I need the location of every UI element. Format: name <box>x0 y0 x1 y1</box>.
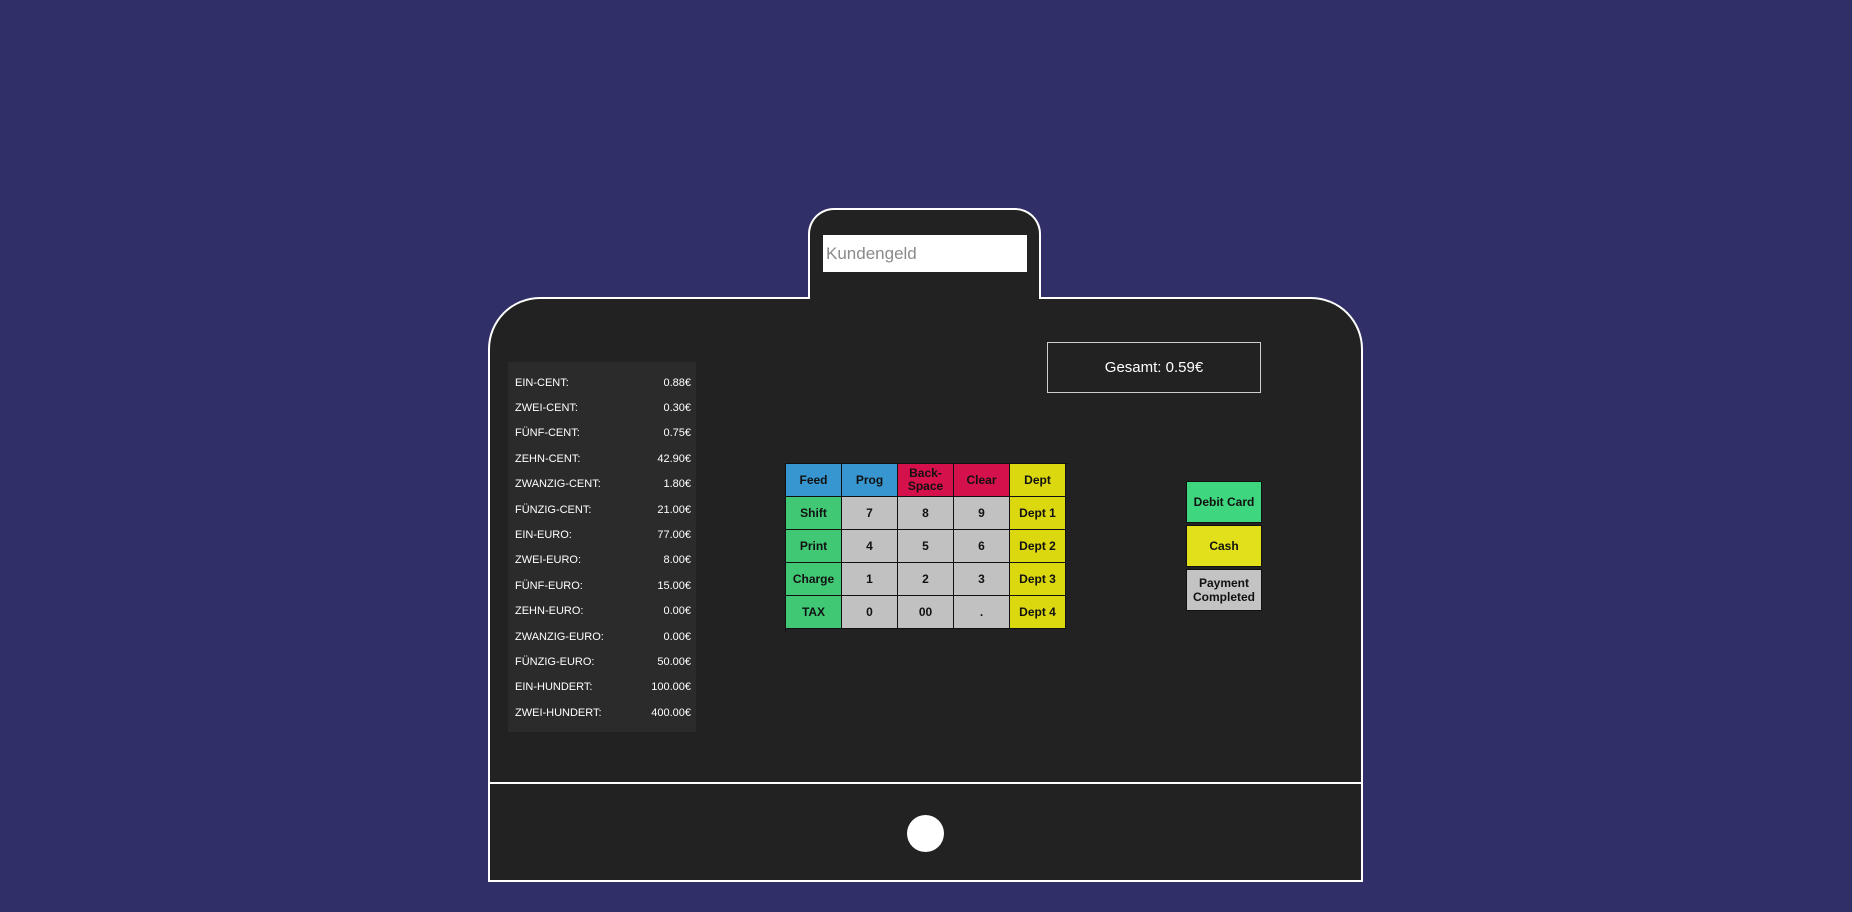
digit-5-key[interactable]: 5 <box>898 530 954 563</box>
digit-6-key[interactable]: 6 <box>954 530 1010 563</box>
coin-value: 21.00€ <box>657 503 691 516</box>
backspace-key[interactable]: Back- Space <box>898 464 954 497</box>
dept-1-key[interactable]: Dept 1 <box>1010 497 1066 530</box>
cash-button[interactable]: Cash <box>1186 525 1262 567</box>
double-zero-key[interactable]: 00 <box>898 596 954 629</box>
coin-row: ZWEI-EURO: 8.00€ <box>515 548 691 573</box>
drawer-knob[interactable] <box>907 815 944 852</box>
coin-value: 0.00€ <box>663 630 691 643</box>
coin-label: ZWANZIG-CENT: <box>515 478 601 491</box>
customer-money-input[interactable] <box>823 235 1027 272</box>
coin-row: ZWANZIG-CENT: 1.80€ <box>515 472 691 497</box>
digit-7-key[interactable]: 7 <box>842 497 898 530</box>
digit-1-key[interactable]: 1 <box>842 563 898 596</box>
coin-row: ZWEI-HUNDERT: 400.00€ <box>515 700 691 725</box>
coin-label: EIN-EURO: <box>515 528 572 541</box>
coin-row: FÜNF-EURO: 15.00€ <box>515 573 691 598</box>
print-key[interactable]: Print <box>786 530 842 563</box>
digit-2-key[interactable]: 2 <box>898 563 954 596</box>
coin-label: FÜNZIG-CENT: <box>515 503 592 516</box>
coin-value: 100.00€ <box>651 681 691 694</box>
decimal-point-key[interactable]: . <box>954 596 1010 629</box>
total-text: Gesamt: 0.59€ <box>1104 359 1204 376</box>
payment-completed-button[interactable]: Payment Completed <box>1186 569 1262 611</box>
coin-row: ZWEI-CENT: 0.30€ <box>515 395 691 420</box>
digit-8-key[interactable]: 8 <box>898 497 954 530</box>
coin-row: ZWANZIG-EURO: 0.00€ <box>515 624 691 649</box>
digit-4-key[interactable]: 4 <box>842 530 898 563</box>
coin-label: FÜNF-CENT: <box>515 427 580 440</box>
total-display: Gesamt: 0.59€ <box>1047 342 1261 393</box>
coin-label: ZWEI-CENT: <box>515 401 578 414</box>
coin-value: 0.75€ <box>663 427 691 440</box>
coin-label: ZWEI-EURO: <box>515 554 581 567</box>
coin-label: FÜNF-EURO: <box>515 579 583 592</box>
coin-value: 1.80€ <box>663 478 691 491</box>
coin-row: ZEHN-EURO: 0.00€ <box>515 599 691 624</box>
digit-9-key[interactable]: 9 <box>954 497 1010 530</box>
coin-value: 77.00€ <box>657 528 691 541</box>
coin-label: ZWEI-HUNDERT: <box>515 706 602 719</box>
coin-value: 42.90€ <box>657 452 691 465</box>
digit-0-key[interactable]: 0 <box>842 596 898 629</box>
debit-card-button[interactable]: Debit Card <box>1186 481 1262 523</box>
coin-label: EIN-CENT: <box>515 376 569 389</box>
coin-row: FÜNZIG-EURO: 50.00€ <box>515 649 691 674</box>
clear-key[interactable]: Clear <box>954 464 1010 497</box>
feed-key[interactable]: Feed <box>786 464 842 497</box>
dept-key[interactable]: Dept <box>1010 464 1066 497</box>
dept-4-key[interactable]: Dept 4 <box>1010 596 1066 629</box>
coin-label: FÜNZIG-EURO: <box>515 655 595 668</box>
dept-3-key[interactable]: Dept 3 <box>1010 563 1066 596</box>
coin-value: 8.00€ <box>663 554 691 567</box>
coin-row: EIN-HUNDERT: 100.00€ <box>515 675 691 700</box>
coin-label: EIN-HUNDERT: <box>515 681 593 694</box>
shift-key[interactable]: Shift <box>786 497 842 530</box>
coin-value: 400.00€ <box>651 706 691 719</box>
coin-value: 50.00€ <box>657 655 691 668</box>
digit-3-key[interactable]: 3 <box>954 563 1010 596</box>
coin-inventory-panel: EIN-CENT: 0.88€ ZWEI-CENT: 0.30€ FÜNF-CENT: 0… <box>508 362 696 732</box>
coin-label: ZEHN-CENT: <box>515 452 581 465</box>
coin-row: ZEHN-CENT: 42.90€ <box>515 446 691 471</box>
coin-label: ZEHN-EURO: <box>515 605 584 618</box>
coin-label: ZWANZIG-EURO: <box>515 630 604 643</box>
prog-key[interactable]: Prog <box>842 464 898 497</box>
charge-key[interactable]: Charge <box>786 563 842 596</box>
coin-value: 0.30€ <box>663 401 691 414</box>
coin-row: FÜNF-CENT: 0.75€ <box>515 421 691 446</box>
dept-2-key[interactable]: Dept 2 <box>1010 530 1066 563</box>
coin-row: EIN-EURO: 77.00€ <box>515 522 691 547</box>
coin-row: FÜNZIG-CENT: 21.00€ <box>515 497 691 522</box>
tax-key[interactable]: TAX <box>786 596 842 629</box>
coin-value: 0.88€ <box>663 376 691 389</box>
coin-value: 15.00€ <box>657 579 691 592</box>
coin-row: EIN-CENT: 0.88€ <box>515 370 691 395</box>
keypad: Feed Prog Back- Space Clear Dept Shift 7 8 9 Dept… <box>785 463 1068 632</box>
coin-value: 0.00€ <box>663 605 691 618</box>
